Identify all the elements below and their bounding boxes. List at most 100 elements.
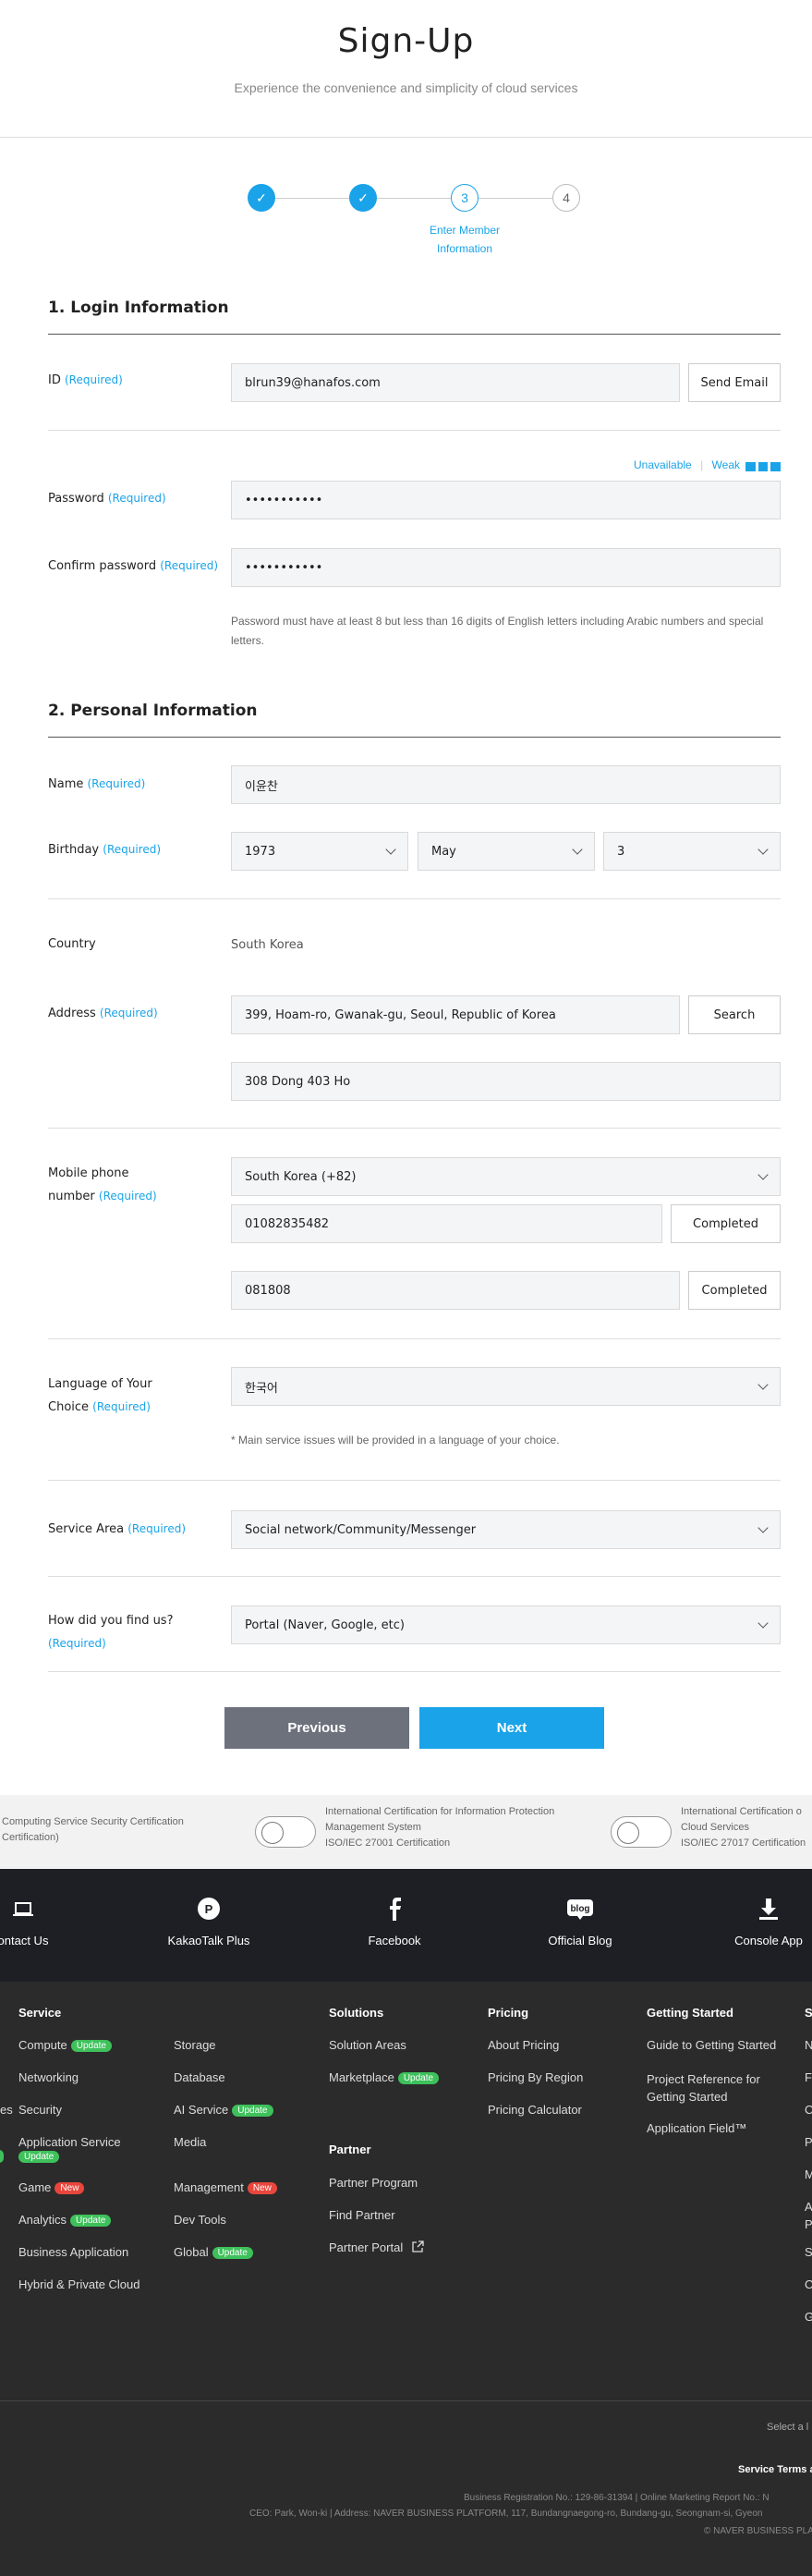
- footer-hybrid-cloud[interactable]: Hybrid & Private Cloud: [18, 2277, 140, 2291]
- step-line-3: [479, 198, 552, 199]
- id-input[interactable]: blrun39@hanafos.com: [231, 363, 680, 402]
- footer-pricing-calculator[interactable]: Pricing Calculator: [488, 2103, 582, 2117]
- footer-marketplace[interactable]: Marketplace Update: [329, 2070, 440, 2084]
- find-us-label: How did you find us? (Required): [48, 1614, 174, 1650]
- chevron-down-icon: [385, 844, 396, 855]
- step-4-pending: 4: [552, 184, 580, 212]
- footer-service-heading: Service: [18, 2006, 62, 2020]
- facebook-icon: [390, 1898, 401, 1921]
- footer-ai-service[interactable]: AI Service Update: [174, 2103, 273, 2117]
- footer-cut-item[interactable]: P: [805, 2217, 812, 2231]
- console-app-link[interactable]: Console App: [722, 1869, 812, 1982]
- contact-us-link[interactable]: ontact Us: [0, 1869, 55, 1982]
- language-hint: * Main service issues will be provided i…: [231, 1434, 560, 1447]
- previous-button[interactable]: Previous: [224, 1707, 409, 1749]
- svg-text:P: P: [205, 1902, 213, 1916]
- birth-year-select[interactable]: 1973: [231, 832, 408, 871]
- footer-database[interactable]: Database: [174, 2070, 225, 2084]
- required-tag: (Required): [160, 559, 219, 572]
- footer-dev-tools[interactable]: Dev Tools: [174, 2213, 226, 2227]
- divider: [48, 430, 781, 431]
- service-area-select[interactable]: Social network/Community/Messenger: [231, 1510, 781, 1549]
- divider: [48, 1576, 781, 1577]
- birth-month-select[interactable]: May: [418, 832, 595, 871]
- footer-cut-item[interactable]: G: [805, 2310, 812, 2324]
- kakaotalk-link[interactable]: P KakaoTalk Plus: [163, 1869, 255, 1982]
- footer-cut-item[interactable]: S: [805, 2245, 812, 2259]
- confirm-password-input[interactable]: •••••••••••: [231, 548, 781, 587]
- footer-application-field[interactable]: Application Field™: [647, 2121, 746, 2135]
- footer-pricing-heading: Pricing: [488, 2006, 529, 2020]
- step-3-current: 3: [451, 184, 479, 212]
- address-search-button[interactable]: Search: [688, 995, 781, 1034]
- new-badge: New: [247, 2182, 277, 2194]
- name-input[interactable]: 이윤찬: [231, 765, 781, 804]
- footer-pricing-region[interactable]: Pricing By Region: [488, 2070, 583, 2084]
- divider: [48, 1338, 781, 1339]
- footer-compute[interactable]: Compute Update: [18, 2038, 112, 2052]
- address-input[interactable]: 399, Hoam-ro, Gwanak-gu, Seoul, Republic…: [231, 995, 680, 1034]
- footer-cut-item[interactable]: A: [805, 2200, 812, 2214]
- mobile-number-input[interactable]: 01082835482: [231, 1204, 662, 1243]
- chevron-down-icon: [572, 844, 583, 855]
- mobile-completed-button[interactable]: Completed: [671, 1204, 781, 1243]
- footer-business-application[interactable]: Business Application: [18, 2245, 128, 2259]
- verification-code-input[interactable]: 081808: [231, 1271, 680, 1310]
- country-label: Country: [48, 937, 96, 951]
- footer-game[interactable]: Game New: [18, 2180, 85, 2194]
- signup-page: Sign-Up Experience the convenience and s…: [0, 0, 812, 2576]
- iso-seal-icon: [255, 1816, 316, 1848]
- chevron-down-icon: [757, 844, 769, 855]
- verification-completed-button[interactable]: Completed: [688, 1271, 781, 1310]
- footer-storage[interactable]: Storage: [174, 2038, 216, 2052]
- cert-1: Computing Service Security Certification…: [2, 1816, 184, 1843]
- footer-media[interactable]: Media: [174, 2135, 206, 2149]
- footer-management[interactable]: Management New: [174, 2180, 277, 2194]
- country-value: South Korea: [231, 938, 304, 952]
- language-label: Language of Your Choice (Required): [48, 1377, 152, 1414]
- update-badge: Update: [212, 2247, 253, 2259]
- footer-partner-heading: Partner: [329, 2143, 371, 2156]
- footer-cut-item[interactable]: M: [805, 2167, 812, 2181]
- chevron-down-icon: [757, 1522, 769, 1533]
- id-label: ID (Required): [48, 373, 123, 387]
- footer-cut-item[interactable]: F: [805, 2070, 812, 2084]
- facebook-link[interactable]: Facebook: [348, 1869, 441, 1982]
- footer-solution-areas[interactable]: Solution Areas: [329, 2038, 406, 2052]
- send-email-button[interactable]: Send Email: [688, 363, 781, 402]
- service-terms-link[interactable]: Service Terms a: [738, 2464, 812, 2475]
- footer-cut-item[interactable]: P: [805, 2135, 812, 2149]
- divider: [48, 1480, 781, 1481]
- divider: [48, 1128, 781, 1129]
- footer-partner-program[interactable]: Partner Program: [329, 2176, 418, 2190]
- confirm-password-label: Confirm password (Required): [48, 559, 219, 573]
- mobile-country-select[interactable]: South Korea (+82): [231, 1157, 781, 1196]
- required-tag: (Required): [103, 843, 162, 856]
- language-select[interactable]: 한국어: [231, 1367, 781, 1406]
- birth-day-select[interactable]: 3: [603, 832, 781, 871]
- find-us-select[interactable]: Portal (Naver, Google, etc): [231, 1605, 781, 1644]
- address-detail-input[interactable]: 308 Dong 403 Ho: [231, 1062, 781, 1101]
- next-button[interactable]: Next: [419, 1707, 604, 1749]
- password-strength: Unavailable | Weak: [634, 458, 740, 471]
- footer-networking[interactable]: Networking: [18, 2070, 79, 2084]
- footer-solutions-heading: Solutions: [329, 2006, 384, 2020]
- footer-guide[interactable]: Guide to Getting Started: [647, 2038, 776, 2052]
- footer-analytics[interactable]: Analytics Update: [18, 2213, 112, 2227]
- footer-partner-portal[interactable]: Partner Portal: [329, 2240, 424, 2254]
- footer-project-reference[interactable]: Project Reference for Getting Started: [647, 2070, 760, 2106]
- footer-global[interactable]: Global Update: [174, 2245, 253, 2259]
- footer-cut-item[interactable]: C: [805, 2277, 812, 2291]
- strength-bar-2: [757, 462, 769, 471]
- official-blog-link[interactable]: blog Official Blog: [534, 1869, 626, 1982]
- footer-security[interactable]: Security: [18, 2103, 62, 2117]
- footer-cut-item[interactable]: N: [805, 2038, 812, 2052]
- footer-about-pricing[interactable]: About Pricing: [488, 2038, 559, 2052]
- footer-cut-item[interactable]: C: [805, 2103, 812, 2117]
- footer-application-service[interactable]: Application Service Update: [18, 2135, 121, 2163]
- cert-3: International Certification o Cloud Serv…: [681, 1806, 806, 1849]
- footer-find-partner[interactable]: Find Partner: [329, 2208, 395, 2222]
- language-select[interactable]: Select a l: [767, 2422, 808, 2433]
- footer-es-cut[interactable]: es: [0, 2103, 13, 2117]
- password-input[interactable]: •••••••••••: [231, 481, 781, 519]
